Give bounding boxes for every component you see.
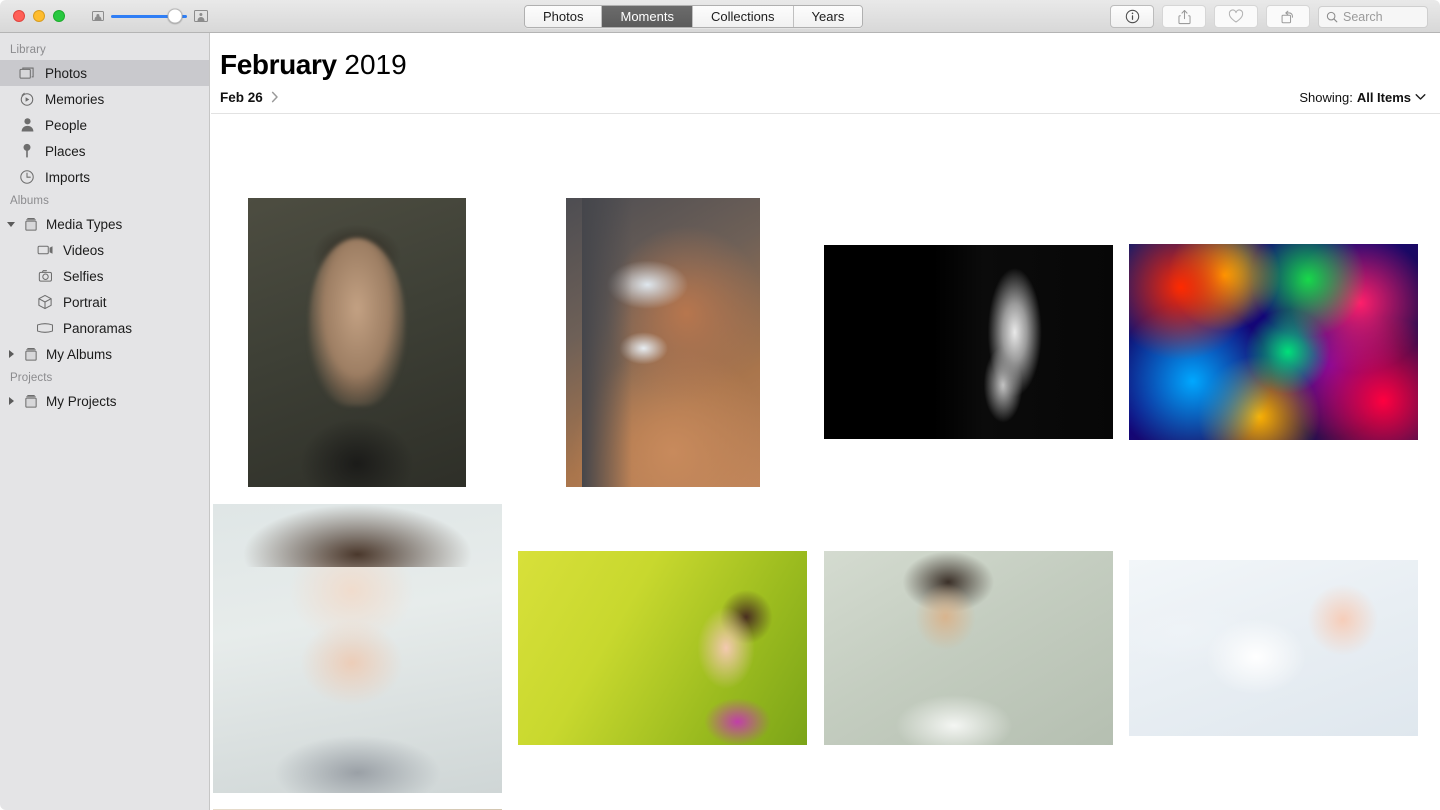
showing-label: Showing: [1299, 89, 1353, 105]
showing-filter[interactable]: Showing: All Items [1299, 90, 1426, 105]
minimize-button[interactable] [33, 10, 45, 22]
tab-photos[interactable]: Photos [525, 6, 603, 27]
window-traffic-lights [13, 10, 65, 22]
sidebar-item-my-projects[interactable]: My Projects [0, 388, 209, 414]
search-icon [1326, 11, 1338, 22]
search-placeholder: Search [1343, 9, 1383, 24]
toolbar-right-group: Search [1110, 4, 1428, 29]
photos-stack-icon [18, 65, 36, 81]
content-area: February 2019 Feb 26 Showing: All Items [211, 33, 1440, 810]
sidebar-item-label: My Projects [46, 393, 117, 409]
photo-lowkey-bw-portrait[interactable] [824, 244, 1113, 439]
selfie-icon [36, 268, 54, 284]
sidebar-item-photos[interactable]: Photos [0, 60, 209, 86]
moment-date-link[interactable]: Feb 26 [220, 90, 279, 105]
photo-grid [211, 114, 1440, 810]
sidebar-item-label: Portrait [63, 294, 107, 310]
chevron-down-icon[interactable] [1415, 93, 1426, 101]
sidebar-item-selfies[interactable]: Selfies [0, 263, 209, 289]
info-icon [1125, 9, 1139, 24]
sidebar-item-videos[interactable]: Videos [0, 237, 209, 263]
maximize-button[interactable] [53, 10, 65, 22]
disclosure-triangle-closed-icon[interactable] [6, 350, 16, 358]
album-stack-icon [22, 393, 40, 409]
showing-value: All Items [1356, 89, 1411, 105]
sidebar-item-memories[interactable]: Memories [0, 86, 209, 112]
photos-app-window: Photos Moments Collections Years Search … [0, 0, 1440, 810]
sidebar-item-label: Photos [45, 65, 88, 81]
person-icon [18, 117, 36, 133]
pin-icon [18, 143, 36, 159]
page-title: February 2019 [211, 33, 1440, 81]
share-button[interactable] [1162, 5, 1206, 28]
tab-years[interactable]: Years [793, 6, 863, 27]
chevron-right-icon[interactable] [271, 91, 279, 103]
rotate-button[interactable] [1266, 5, 1310, 28]
month-label: February [220, 49, 337, 80]
disclosure-triangle-closed-icon[interactable] [6, 397, 16, 405]
photo-silver-makeup[interactable] [566, 197, 760, 487]
sidebar-item-label: Videos [63, 242, 105, 258]
search-input[interactable]: Search [1318, 5, 1428, 28]
sidebar-item-label: Selfies [63, 268, 104, 284]
sidebar-item-panoramas[interactable]: Panoramas [0, 315, 209, 341]
close-button[interactable] [13, 10, 25, 22]
sidebar-item-imports[interactable]: Imports [0, 164, 209, 190]
sidebar-item-label: Imports [45, 169, 91, 185]
view-mode-segmented-control[interactable]: Photos Moments Collections Years [524, 5, 864, 28]
info-button[interactable] [1110, 5, 1154, 28]
moment-subbar: Feb 26 Showing: All Items [211, 81, 1440, 105]
sidebar-item-label: Memories [45, 91, 105, 107]
sidebar: Library Photos Memories People Places Im… [0, 33, 210, 810]
album-stack-icon [22, 216, 40, 232]
titlebar: Photos Moments Collections Years Search [0, 0, 1440, 33]
tab-collections[interactable]: Collections [692, 6, 794, 27]
sidebar-section-library: Library [10, 44, 46, 56]
photo-beach-man[interactable] [824, 550, 1113, 745]
slider-track[interactable] [111, 8, 187, 24]
sidebar-item-label: My Albums [46, 346, 113, 362]
panorama-icon [36, 320, 54, 336]
sidebar-item-portrait[interactable]: Portrait [0, 289, 209, 315]
sidebar-item-people[interactable]: People [0, 112, 209, 138]
photo-man-beard-portrait[interactable] [248, 197, 466, 487]
heart-icon [1228, 9, 1244, 23]
share-icon [1177, 9, 1191, 24]
sidebar-item-my-albums[interactable]: My Albums [0, 341, 209, 367]
album-stack-icon [22, 346, 40, 362]
rotate-icon [1281, 10, 1293, 23]
memories-icon [18, 91, 36, 107]
sidebar-item-label: People [45, 117, 88, 133]
slider-knob[interactable] [167, 8, 183, 24]
photo-neon-body-paint[interactable] [1129, 243, 1418, 440]
large-photo-icon [194, 10, 208, 22]
sidebar-section-albums: Albums [10, 195, 49, 207]
small-photo-icon [92, 10, 104, 22]
clock-icon [18, 169, 36, 185]
sidebar-item-label: Panoramas [63, 320, 133, 336]
photo-girl-yellow-field[interactable] [518, 550, 807, 745]
favorite-button[interactable] [1214, 5, 1258, 28]
disclosure-triangle-open-icon[interactable] [6, 221, 16, 227]
moment-date-label: Feb 26 [220, 89, 263, 105]
photo-freckled-woman[interactable] [213, 503, 502, 793]
sidebar-item-label: Media Types [46, 216, 123, 232]
sidebar-item-media-types[interactable]: Media Types [0, 211, 209, 237]
sidebar-section-projects: Projects [10, 372, 53, 384]
year-label: 2019 [344, 49, 407, 80]
cube-icon [36, 294, 54, 310]
photo-newborn-baby[interactable] [1129, 559, 1418, 736]
tab-moments[interactable]: Moments [602, 6, 693, 27]
sidebar-item-label: Places [45, 143, 86, 159]
sidebar-item-places[interactable]: Places [0, 138, 209, 164]
thumbnail-size-slider[interactable] [92, 8, 208, 24]
video-icon [36, 242, 54, 258]
